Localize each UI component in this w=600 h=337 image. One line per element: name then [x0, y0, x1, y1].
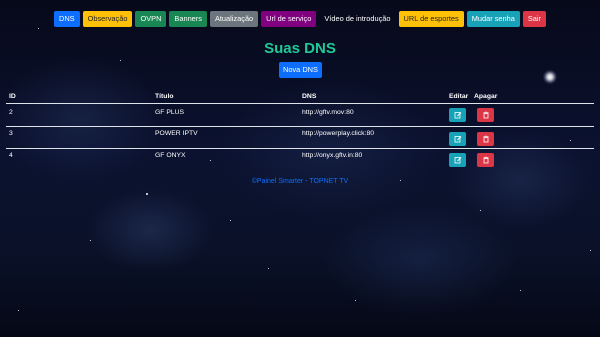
cell-title: GF ONYX — [155, 152, 186, 159]
star — [355, 300, 356, 301]
table-header: ID Título DNS Editar Apagar — [6, 90, 594, 104]
star — [120, 60, 121, 61]
new-dns-button[interactable]: Nova DNS — [279, 62, 322, 78]
star — [480, 210, 481, 211]
cell-id: 3 — [9, 130, 13, 137]
star — [590, 250, 591, 251]
nav-dns-button[interactable]: DNS — [54, 11, 80, 27]
nav-observacao-button[interactable]: Observação — [82, 11, 133, 27]
nav-banners-button[interactable]: Banners — [169, 11, 207, 27]
edit-button[interactable] — [449, 108, 466, 122]
nav-mudar-senha-button[interactable]: Mudar senha — [466, 11, 520, 27]
page-title: Suas DNS — [264, 40, 336, 57]
trash-icon — [483, 135, 488, 143]
edit-button[interactable] — [449, 153, 466, 167]
star — [38, 28, 39, 29]
edit-button[interactable] — [449, 132, 466, 146]
star — [18, 310, 19, 311]
nav-url-esportes-button[interactable]: URL de esportes — [398, 11, 464, 27]
delete-button[interactable] — [477, 153, 494, 167]
cell-id: 4 — [9, 152, 13, 159]
trash-icon — [483, 111, 488, 119]
cell-dns: http://gftv.mov:80 — [302, 109, 354, 116]
edit-icon — [454, 112, 461, 119]
star — [268, 268, 269, 269]
top-navigation: DNS Observação OVPN Banners Atualização … — [0, 11, 600, 27]
header-dns: DNS — [302, 93, 317, 100]
cell-dns: http://onyx.gftv.in:80 — [302, 152, 363, 159]
table-row: 2 GF PLUS http://gftv.mov:80 — [6, 104, 594, 126]
table-row: 4 GF ONYX http://onyx.gftv.in:80 — [6, 149, 594, 171]
nav-url-servico-button[interactable]: Url de serviço — [261, 11, 317, 27]
delete-button[interactable] — [477, 132, 494, 146]
header-edit: Editar — [449, 93, 469, 100]
trash-icon — [483, 156, 488, 164]
cell-id: 2 — [9, 109, 13, 116]
bright-star — [543, 70, 557, 84]
cell-title: GF PLUS — [155, 109, 185, 116]
star — [90, 240, 91, 241]
star — [146, 193, 148, 195]
star — [520, 290, 521, 291]
header-title: Título — [155, 93, 174, 100]
cell-dns: http://powerplay.click:80 — [302, 130, 375, 137]
edit-icon — [454, 136, 461, 143]
nav-ovpn-button[interactable]: OVPN — [135, 11, 167, 27]
footer-credit: ©Painel Smarter - TOPNET TV — [251, 178, 349, 185]
star — [230, 220, 231, 221]
nav-video-introducao-button[interactable]: Vídeo de introdução — [319, 11, 395, 27]
delete-button[interactable] — [477, 108, 494, 122]
nav-sair-button[interactable]: Sair — [522, 11, 546, 27]
edit-icon — [454, 157, 461, 164]
header-delete: Apagar — [474, 93, 498, 100]
cell-title: POWER IPTV — [155, 130, 198, 137]
header-id: ID — [9, 93, 16, 100]
table-row: 3 POWER IPTV http://powerplay.click:80 — [6, 127, 594, 149]
nav-atualizacao-button[interactable]: Atualização — [209, 11, 259, 27]
